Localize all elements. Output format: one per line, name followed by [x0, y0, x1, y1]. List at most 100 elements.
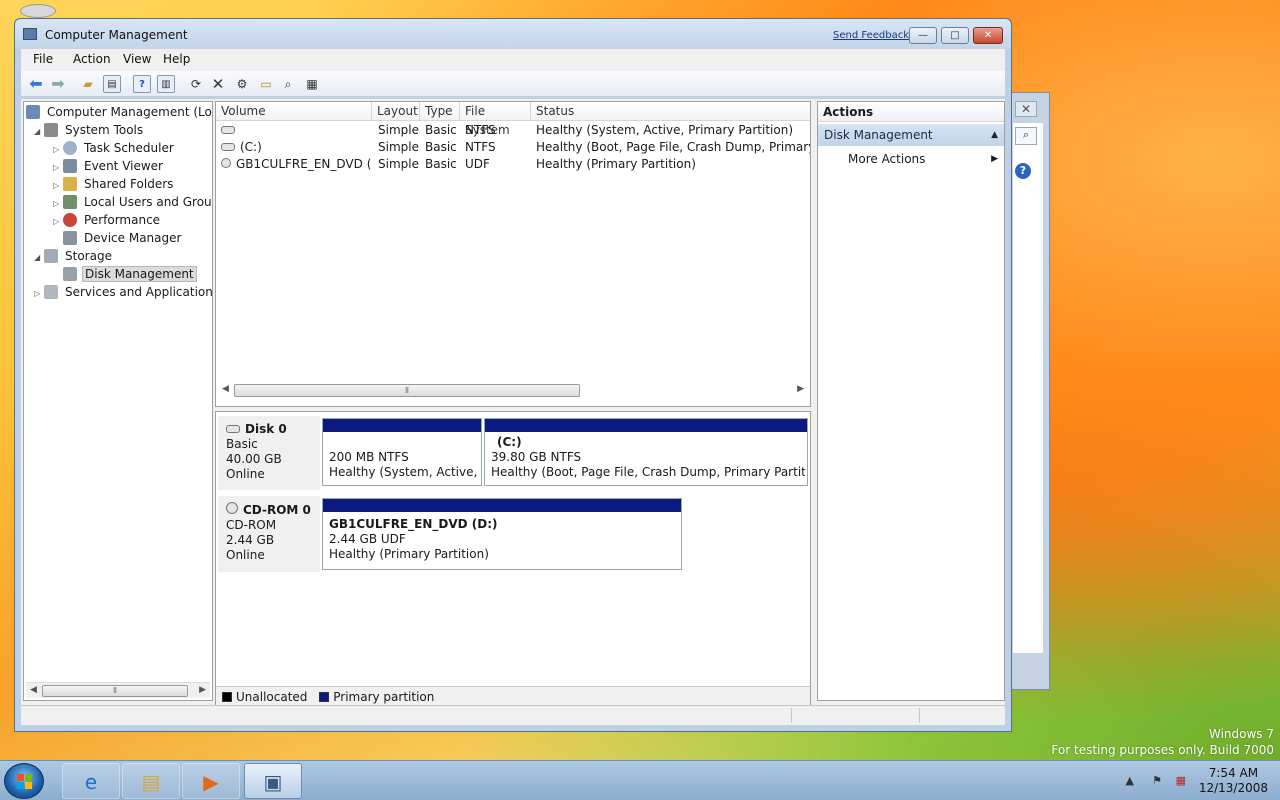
column-header-type[interactable]: Type	[420, 102, 460, 121]
partition-size: 2.44 GB UDF	[329, 532, 406, 546]
show-hide-action-pane-icon[interactable]: ▥	[157, 75, 175, 93]
tree-item-storage[interactable]: ◢ Storage	[34, 247, 114, 265]
partition-status: Healthy (Primary Partition)	[329, 547, 489, 561]
clock[interactable]: 7:54 AM 12/13/2008	[1199, 766, 1268, 796]
partition-label: (C:)	[497, 435, 522, 449]
table-row[interactable]: (C:)	[221, 139, 371, 156]
tree-item-label: Event Viewer	[84, 159, 163, 173]
tools-icon	[44, 123, 58, 137]
expand-icon[interactable]: ▷	[34, 285, 44, 303]
recycle-bin-icon[interactable]	[20, 4, 56, 18]
maximize-button[interactable]: □	[941, 27, 969, 44]
partition-text: GB1CULFRE_EN_DVD (D:) 2.44 GB UDF Health…	[329, 517, 679, 562]
computer-management-window: Computer Management Send Feedback — □ ✕ …	[14, 18, 1012, 732]
disk-size: 2.44 GB	[226, 533, 275, 547]
help-icon[interactable]: ?	[133, 75, 151, 93]
scroll-left-icon[interactable]: ◀	[30, 685, 37, 695]
show-hidden-icons-icon[interactable]: ▲	[1126, 774, 1134, 787]
shared-folder-icon	[63, 177, 77, 191]
start-button[interactable]	[4, 763, 44, 799]
menu-help[interactable]: Help	[163, 52, 190, 66]
scroll-right-icon[interactable]: ▶	[797, 384, 804, 394]
computer-management-taskbar-icon[interactable]: ▣	[244, 763, 302, 799]
refresh-icon[interactable]: ⟳	[187, 75, 205, 93]
column-header-file-system[interactable]: File System	[460, 102, 531, 137]
tree-item-device-manager[interactable]: Device Manager	[53, 229, 183, 247]
menu-action[interactable]: Action	[73, 52, 111, 66]
table-row[interactable]: GB1CULFRE_EN_DVD (D:)	[221, 156, 371, 173]
tree-item-disk-management[interactable]: Disk Management	[53, 265, 197, 283]
settings-icon[interactable]: ▦	[303, 75, 321, 93]
computer-management-icon	[23, 28, 37, 40]
tree-item-root[interactable]: Computer Management (Local	[26, 103, 213, 121]
layout-cell: Simple	[378, 123, 419, 137]
partition-c[interactable]: (C:) 39.80 GB NTFS Healthy (Boot, Page F…	[484, 418, 808, 486]
volume-horizontal-scrollbar[interactable]: ◀ ⦀ ▶	[218, 382, 808, 399]
volume-name: (C:)	[240, 140, 262, 154]
collapse-icon[interactable]: ◢	[34, 249, 44, 267]
action-center-flag-icon[interactable]: ⚑	[1152, 774, 1162, 787]
forward-icon[interactable]: ➡	[49, 75, 67, 93]
help-icon[interactable]: ?	[1015, 163, 1031, 179]
internet-explorer-icon[interactable]: e	[62, 763, 120, 799]
up-folder-icon[interactable]: ▰	[79, 75, 97, 93]
section-label: Disk Management	[824, 128, 933, 142]
tree-item-label: Services and Applications	[65, 285, 213, 299]
search-icon[interactable]: ⌕	[279, 75, 297, 93]
window-title: Computer Management	[45, 28, 188, 42]
legend: Unallocated Primary partition	[216, 686, 810, 706]
partition-d[interactable]: GB1CULFRE_EN_DVD (D:) 2.44 GB UDF Health…	[322, 498, 682, 570]
tree-item-label: Computer Management (Local	[47, 105, 213, 119]
menu-view[interactable]: View	[123, 52, 151, 66]
disk-state: Online	[226, 548, 265, 562]
device-manager-icon	[63, 231, 77, 245]
column-header-layout[interactable]: Layout	[372, 102, 420, 121]
cdrom-0-info[interactable]: CD-ROM 0 CD-ROM 2.44 GB Online	[218, 496, 320, 572]
scrollbar-thumb[interactable]: ⦀	[234, 384, 580, 397]
scroll-right-icon[interactable]: ▶	[199, 685, 206, 695]
back-icon[interactable]: ⬅	[27, 75, 45, 93]
actions-section-disk-management[interactable]: Disk Management ▲	[818, 124, 1004, 146]
tree-item-shared-folders[interactable]: ▷ Shared Folders	[53, 175, 175, 193]
table-row[interactable]	[221, 122, 371, 139]
delete-icon[interactable]: ✕	[209, 75, 227, 93]
network-icon[interactable]: ▦	[1176, 774, 1186, 787]
menu-file[interactable]: File	[33, 52, 53, 66]
file-explorer-icon[interactable]: ▤	[122, 763, 180, 799]
partition-system-reserved[interactable]: 200 MB NTFS Healthy (System, Active, Pri	[322, 418, 482, 486]
disk-0-info[interactable]: Disk 0 Basic 40.00 GB Online	[218, 416, 320, 490]
close-button[interactable]: ✕	[973, 27, 1003, 44]
scroll-left-icon[interactable]: ◀	[222, 384, 229, 394]
properties-icon[interactable]: ⚙	[233, 75, 251, 93]
tree-item-performance[interactable]: ▷ Performance	[53, 211, 162, 229]
search-icon[interactable]: ⌕	[1015, 127, 1037, 145]
tree-item-task-scheduler[interactable]: ▷ Task Scheduler	[53, 139, 176, 157]
scrollbar-thumb[interactable]: ⦀	[42, 685, 188, 697]
collapse-icon[interactable]: ◢	[34, 123, 44, 141]
minimize-button[interactable]: —	[909, 27, 937, 44]
tree-item-local-users-and-groups[interactable]: ▷ Local Users and Groups	[53, 193, 212, 211]
tree-item-event-viewer[interactable]: ▷ Event Viewer	[53, 157, 165, 175]
column-header-status[interactable]: Status	[531, 102, 810, 121]
windows-logo-icon	[17, 774, 33, 790]
cdrom-0-name-row: CD-ROM 0	[226, 502, 320, 518]
close-icon[interactable]: ✕	[1015, 101, 1037, 117]
disk-kind: CD-ROM	[226, 518, 277, 532]
media-player-icon[interactable]: ▶	[182, 763, 240, 799]
open-icon[interactable]: ▭	[257, 75, 275, 93]
partition-text: (C:) 39.80 GB NTFS Healthy (Boot, Page F…	[491, 435, 805, 480]
tree-horizontal-scrollbar[interactable]: ◀ ⦀ ▶	[26, 682, 210, 698]
partition-label: GB1CULFRE_EN_DVD (D:)	[329, 517, 498, 531]
status-cell: Healthy (Boot, Page File, Crash Dump, Pr…	[536, 140, 810, 154]
tree-item-system-tools[interactable]: ◢ System Tools	[34, 121, 145, 139]
collapse-up-icon[interactable]: ▲	[991, 124, 998, 146]
send-feedback-link[interactable]: Send Feedback	[833, 30, 909, 41]
more-actions-item[interactable]: More Actions ▶	[848, 150, 998, 168]
show-hide-console-tree-icon[interactable]: ▤	[103, 75, 121, 93]
background-window[interactable]: ✕ ⌕ ?	[1006, 92, 1050, 690]
title-bar[interactable]: Computer Management Send Feedback — □ ✕	[15, 19, 1011, 49]
disk-kind: Basic	[226, 437, 258, 451]
actions-header: Actions	[818, 102, 1004, 122]
tree-item-services-and-applications[interactable]: ▷ Services and Applications	[34, 283, 213, 303]
column-header-volume[interactable]: Volume	[216, 102, 372, 121]
